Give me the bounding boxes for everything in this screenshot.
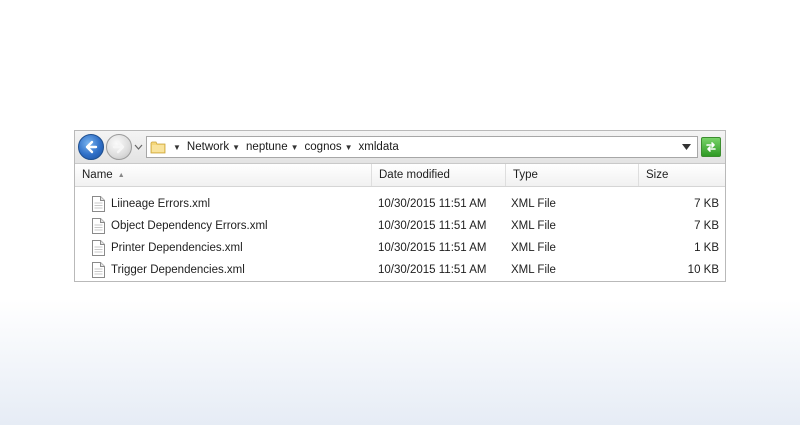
file-list: Liineage Errors.xml 10/30/2015 11:51 AM …: [75, 193, 725, 281]
file-type: XML File: [511, 220, 556, 232]
address-field[interactable]: ▼ Network ▼ neptune ▼ cognos ▼ xmldata: [146, 136, 698, 158]
breadcrumb-arrow-icon[interactable]: ▼: [345, 143, 353, 152]
back-button[interactable]: [78, 134, 104, 160]
file-name: Printer Dependencies.xml: [111, 242, 243, 254]
file-date: 10/30/2015 11:51 AM: [378, 198, 487, 210]
recent-pages-dropdown[interactable]: [134, 143, 143, 151]
xml-file-icon: [92, 218, 105, 234]
file-row[interactable]: Object Dependency Errors.xml 10/30/2015 …: [75, 215, 725, 237]
column-header: Name ▲ Date modified Type Size: [75, 164, 725, 187]
address-bar: ▼ Network ▼ neptune ▼ cognos ▼ xmldata: [75, 131, 725, 164]
column-name-label: Name: [82, 169, 113, 181]
file-name: Trigger Dependencies.xml: [111, 264, 245, 276]
breadcrumb-cognos[interactable]: cognos: [304, 141, 343, 153]
breadcrumb-network[interactable]: Network: [186, 141, 230, 153]
column-date-label: Date modified: [379, 169, 450, 181]
file-date: 10/30/2015 11:51 AM: [378, 242, 487, 254]
breadcrumb-xmldata[interactable]: xmldata: [358, 141, 400, 153]
column-size-label: Size: [646, 169, 669, 181]
sort-ascending-icon: ▲: [117, 172, 125, 179]
file-row[interactable]: Liineage Errors.xml 10/30/2015 11:51 AM …: [75, 193, 725, 215]
column-size[interactable]: Size: [639, 164, 725, 186]
file-type: XML File: [511, 264, 556, 276]
file-size: 10 KB: [687, 264, 719, 276]
column-type-label: Type: [513, 169, 538, 181]
file-size: 7 KB: [694, 220, 719, 232]
file-name: Object Dependency Errors.xml: [111, 220, 268, 232]
file-name: Liineage Errors.xml: [111, 198, 211, 210]
file-type: XML File: [511, 242, 556, 254]
column-date-modified[interactable]: Date modified: [372, 164, 506, 186]
forward-button[interactable]: [106, 134, 132, 160]
back-arrow-icon: [85, 140, 98, 154]
forward-arrow-icon: [112, 140, 125, 154]
file-row[interactable]: Trigger Dependencies.xml 10/30/2015 11:5…: [75, 259, 725, 281]
column-name[interactable]: Name ▲: [75, 164, 372, 186]
refresh-icon: [706, 142, 716, 152]
file-size: 1 KB: [694, 242, 719, 254]
address-dropdown-icon[interactable]: [682, 144, 691, 150]
xml-file-icon: [92, 240, 105, 256]
file-type: XML File: [511, 198, 556, 210]
file-date: 10/30/2015 11:51 AM: [378, 220, 487, 232]
column-type[interactable]: Type: [506, 164, 639, 186]
breadcrumb-arrow-icon[interactable]: ▼: [291, 143, 299, 152]
explorer-window: ▼ Network ▼ neptune ▼ cognos ▼ xmldata N…: [74, 130, 726, 282]
breadcrumb: ▼ Network ▼ neptune ▼ cognos ▼ xmldata: [171, 137, 400, 157]
file-date: 10/30/2015 11:51 AM: [378, 264, 487, 276]
xml-file-icon: [92, 196, 105, 212]
xml-file-icon: [92, 262, 105, 278]
file-row[interactable]: Printer Dependencies.xml 10/30/2015 11:5…: [75, 237, 725, 259]
folder-icon: [150, 141, 166, 154]
refresh-button[interactable]: [701, 137, 721, 157]
breadcrumb-arrow-icon[interactable]: ▼: [173, 143, 181, 152]
file-size: 7 KB: [694, 198, 719, 210]
breadcrumb-arrow-icon[interactable]: ▼: [232, 143, 240, 152]
breadcrumb-neptune[interactable]: neptune: [245, 141, 289, 153]
